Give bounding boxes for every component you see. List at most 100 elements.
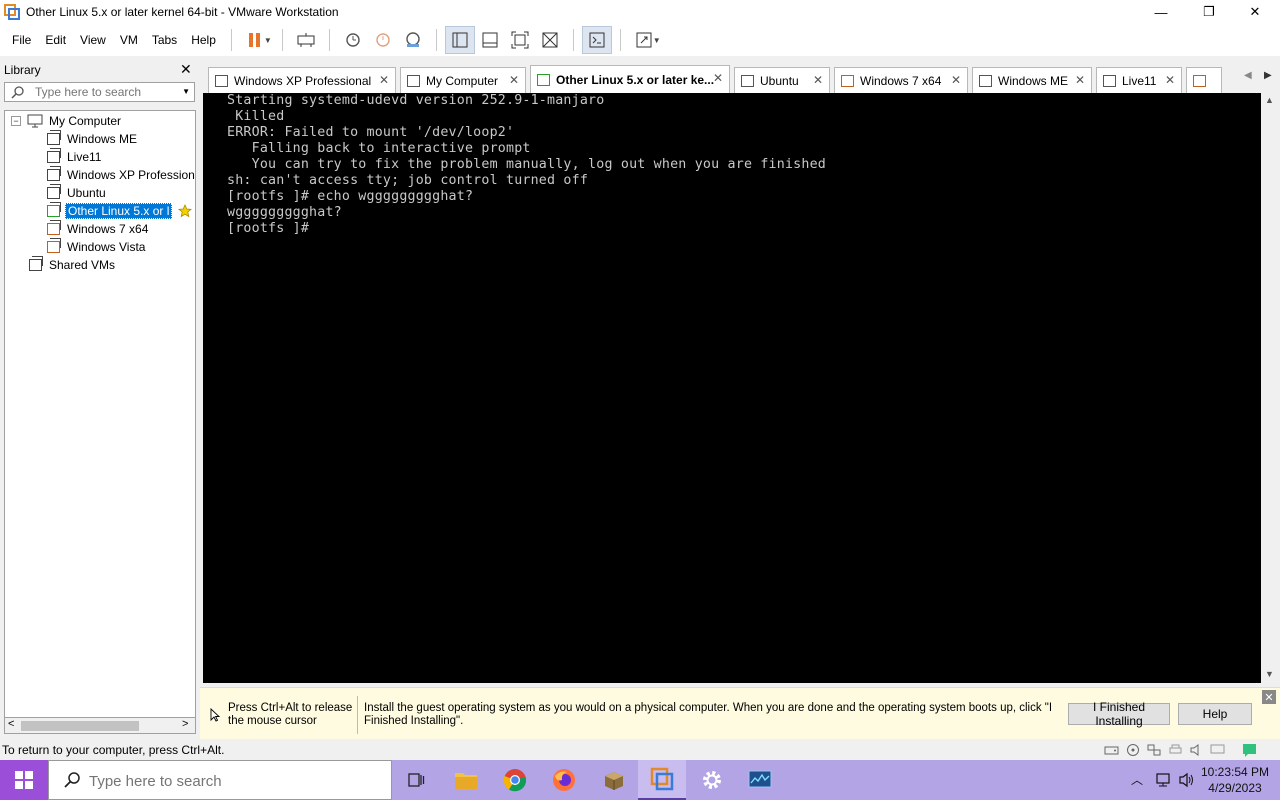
tree-item-ubuntu[interactable]: Ubuntu bbox=[47, 184, 108, 202]
tree-item-other-linux[interactable]: Other Linux 5.x or l bbox=[47, 202, 193, 220]
full-screen-button[interactable] bbox=[505, 26, 535, 54]
scroll-left-arrow[interactable]: < bbox=[8, 718, 14, 730]
tab-my-computer[interactable]: My Computer ✕ bbox=[400, 67, 526, 93]
close-window-button[interactable]: ✕ bbox=[1232, 0, 1278, 24]
taskbar-archive-app[interactable] bbox=[590, 760, 638, 800]
tab-close-icon[interactable]: ✕ bbox=[1165, 73, 1175, 87]
tab-close-icon[interactable]: ✕ bbox=[379, 73, 389, 87]
tab-close-icon[interactable]: ✕ bbox=[713, 71, 723, 85]
tree-item-my-computer[interactable]: − My Computer bbox=[11, 112, 123, 130]
message-log-icon[interactable] bbox=[1242, 743, 1257, 757]
tree-item-windows-7[interactable]: Windows 7 x64 bbox=[47, 220, 150, 238]
library-close-button[interactable]: ✕ bbox=[180, 61, 192, 78]
collapse-toggle-icon[interactable]: − bbox=[11, 116, 21, 126]
tree-item-live11[interactable]: Live11 bbox=[47, 148, 103, 166]
sound-card-icon[interactable] bbox=[1189, 743, 1204, 757]
help-button[interactable]: Help bbox=[1178, 703, 1252, 725]
taskbar-settings[interactable] bbox=[688, 760, 736, 800]
tab-overflow[interactable] bbox=[1186, 67, 1222, 93]
chrome-icon bbox=[503, 769, 527, 792]
tree-item-shared-vms[interactable]: Shared VMs bbox=[29, 256, 117, 274]
tab-other-linux[interactable]: Other Linux 5.x or later ke... ✕ bbox=[530, 65, 730, 93]
install-instructions: Install the guest operating system as yo… bbox=[364, 702, 1053, 727]
console-vertical-scrollbar[interactable]: ▲ ▼ bbox=[1261, 93, 1278, 683]
i-finished-installing-button[interactable]: I Finished Installing bbox=[1068, 700, 1170, 728]
show-console-button[interactable] bbox=[581, 26, 612, 54]
tab-windows-me[interactable]: Windows ME ✕ bbox=[972, 67, 1092, 93]
favorite-star-icon[interactable] bbox=[178, 204, 193, 218]
tab-close-icon[interactable]: ✕ bbox=[951, 73, 961, 87]
menu-help[interactable]: Help bbox=[184, 24, 223, 56]
show-hidden-icons-chevron-icon[interactable]: ︿ bbox=[1131, 771, 1143, 788]
scroll-thumb[interactable] bbox=[21, 721, 139, 731]
vm-console[interactable]: Starting systemd-udevd version 252.9-1-m… bbox=[203, 93, 1261, 683]
tab-scroll-left-icon[interactable]: ◀ bbox=[1244, 70, 1252, 81]
taskbar-clock[interactable]: 10:23:54 PM 4/29/2023 bbox=[1200, 764, 1270, 796]
menu-tabs[interactable]: Tabs bbox=[145, 24, 184, 56]
vm-icon bbox=[741, 74, 754, 87]
toolbar-divider bbox=[328, 29, 330, 51]
hint-close-button[interactable]: ✕ bbox=[1262, 690, 1276, 704]
tree-item-windows-me[interactable]: Windows ME bbox=[47, 130, 139, 148]
tab-windows-7[interactable]: Windows 7 x64 ✕ bbox=[834, 67, 968, 93]
taskbar-firefox[interactable] bbox=[540, 760, 588, 800]
tab-close-icon[interactable]: ✕ bbox=[813, 73, 823, 87]
tree-item-windows-xp[interactable]: Windows XP Professiona bbox=[47, 166, 195, 184]
library-search-input[interactable] bbox=[35, 85, 175, 99]
revert-snapshot-button[interactable] bbox=[368, 26, 398, 54]
menu-file[interactable]: File bbox=[5, 24, 38, 56]
library-tree: − My Computer Windows ME Live11 Windows … bbox=[4, 110, 196, 718]
task-view-button[interactable] bbox=[392, 760, 440, 800]
maximize-button[interactable]: ❐ bbox=[1186, 0, 1232, 24]
display-icon[interactable] bbox=[1210, 743, 1225, 757]
tab-live11[interactable]: Live11 ✕ bbox=[1096, 67, 1182, 93]
network-adapter-icon[interactable] bbox=[1147, 743, 1162, 757]
taskbar-vmware[interactable] bbox=[638, 760, 686, 800]
tab-label: Live11 bbox=[1122, 73, 1157, 88]
status-text: To return to your computer, press Ctrl+A… bbox=[2, 743, 225, 757]
hard-disk-icon[interactable] bbox=[1104, 743, 1119, 757]
snapshot-manager-button[interactable] bbox=[398, 26, 428, 54]
show-thumbnail-bar-button[interactable] bbox=[475, 26, 505, 54]
network-icon[interactable] bbox=[1154, 772, 1172, 788]
tab-close-icon[interactable]: ✕ bbox=[1075, 73, 1085, 87]
tab-ubuntu[interactable]: Ubuntu ✕ bbox=[734, 67, 830, 93]
snapshot-manager-icon bbox=[406, 32, 420, 47]
scroll-up-arrow[interactable]: ▲ bbox=[1265, 95, 1274, 105]
snapshot-clock-icon bbox=[346, 33, 360, 47]
pause-dropdown-icon[interactable]: ▼ bbox=[264, 36, 272, 45]
tab-windows-xp[interactable]: Windows XP Professional ✕ bbox=[208, 67, 396, 93]
library-horizontal-scrollbar[interactable]: < > bbox=[4, 717, 196, 734]
cd-dvd-icon[interactable] bbox=[1126, 743, 1141, 757]
stretch-dropdown-icon[interactable]: ▼ bbox=[653, 36, 661, 45]
minimize-button[interactable]: — bbox=[1138, 0, 1184, 24]
menu-edit[interactable]: Edit bbox=[38, 24, 73, 56]
tree-label: Live11 bbox=[67, 150, 102, 164]
taskbar-search-input[interactable] bbox=[89, 771, 369, 791]
start-button[interactable] bbox=[0, 760, 48, 800]
tab-label: Windows XP Professional bbox=[234, 73, 372, 88]
revert-snapshot-icon bbox=[376, 33, 390, 47]
menu-view[interactable]: View bbox=[73, 24, 113, 56]
take-snapshot-button[interactable] bbox=[338, 26, 368, 54]
search-dropdown-icon[interactable]: ▼ bbox=[182, 87, 190, 96]
scroll-right-arrow[interactable]: > bbox=[182, 718, 188, 730]
tab-scroll-right-icon[interactable]: ▶ bbox=[1264, 70, 1272, 81]
scroll-down-arrow[interactable]: ▼ bbox=[1265, 669, 1274, 679]
send-ctrl-alt-del-button[interactable] bbox=[291, 26, 321, 54]
menu-vm[interactable]: VM bbox=[113, 24, 145, 56]
tree-item-windows-vista[interactable]: Windows Vista bbox=[47, 238, 147, 256]
show-library-button[interactable] bbox=[444, 26, 475, 54]
printer-icon[interactable] bbox=[1168, 743, 1183, 757]
unity-button[interactable] bbox=[535, 26, 565, 54]
library-header: Library bbox=[4, 63, 41, 77]
vm-icon bbox=[979, 74, 992, 87]
taskbar-chrome[interactable] bbox=[491, 760, 539, 800]
computer-icon bbox=[27, 114, 43, 128]
console-line: [rootfs ]# echo wggggggggghat? bbox=[227, 189, 474, 204]
volume-icon[interactable] bbox=[1178, 772, 1196, 788]
taskbar-resource-monitor[interactable] bbox=[736, 760, 784, 800]
taskbar-file-explorer[interactable] bbox=[442, 760, 490, 800]
firefox-icon bbox=[553, 769, 575, 791]
tab-close-icon[interactable]: ✕ bbox=[509, 73, 519, 87]
